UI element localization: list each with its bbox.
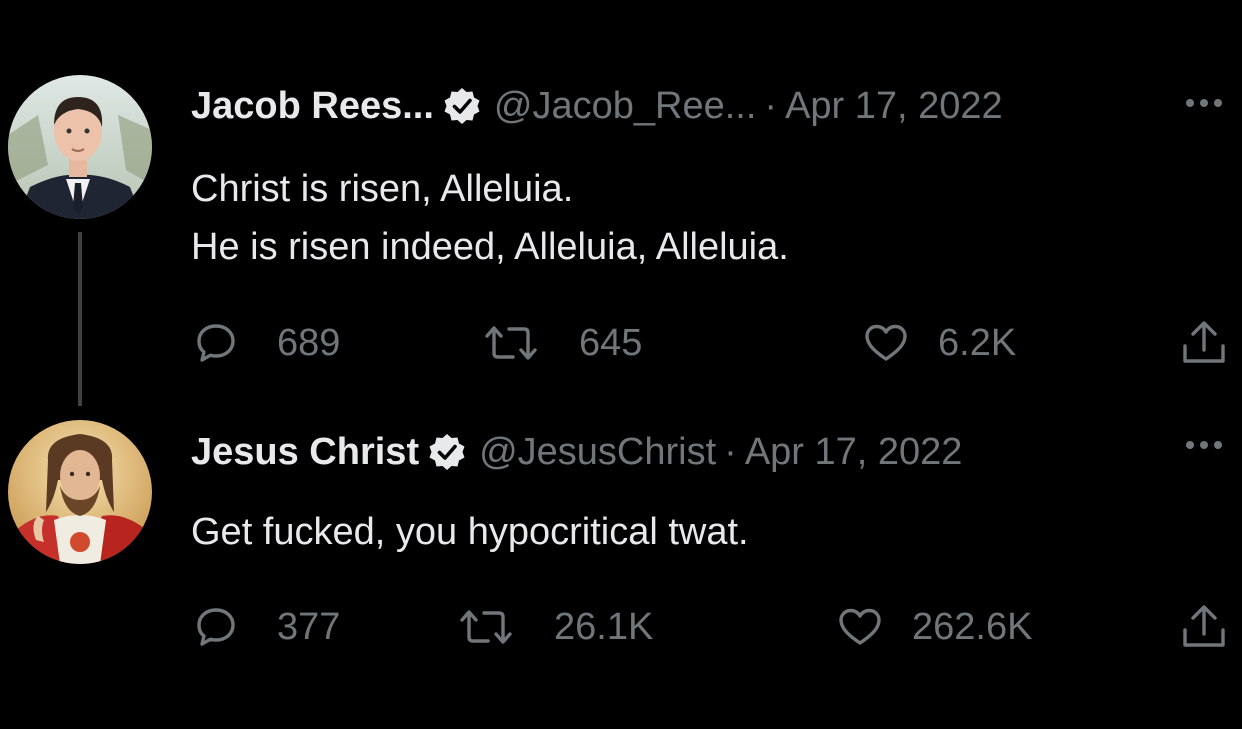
display-name[interactable]: Jacob Rees...: [191, 85, 434, 128]
retweet-count: 645: [579, 321, 643, 364]
verified-badge-icon: [444, 88, 480, 124]
reply-count: 377: [277, 605, 341, 648]
share-button[interactable]: [1180, 320, 1242, 366]
like-button[interactable]: 262.6K: [838, 604, 1032, 650]
jesus-painting-avatar-icon: [8, 420, 152, 564]
verified-badge-icon: [429, 434, 465, 470]
like-count: 6.2K: [938, 321, 1017, 364]
heart-icon: [865, 324, 907, 361]
tweet-date[interactable]: Apr 17, 2022: [785, 85, 1003, 128]
reply-button[interactable]: 377: [195, 604, 340, 650]
reply-button[interactable]: 689: [195, 320, 340, 366]
tweet-header: Jesus Christ @JesusChrist · Apr 17, 2022: [191, 427, 962, 477]
tweet-text: Christ is risen, Alleluia. He is risen i…: [191, 160, 789, 276]
user-handle[interactable]: @JesusChrist: [479, 431, 716, 474]
like-count: 262.6K: [912, 605, 1033, 648]
retweet-arrows-icon: [460, 610, 512, 644]
separator-dot: ·: [764, 84, 778, 127]
display-name[interactable]: Jesus Christ: [191, 431, 419, 474]
man-in-suit-avatar-icon: [8, 75, 152, 219]
like-button[interactable]: 6.2K: [864, 320, 1016, 366]
reply-count: 689: [277, 321, 341, 364]
tweet-header: Jacob Rees... @Jacob_Ree... · Apr 17, 20…: [191, 81, 1003, 131]
more-dots-icon[interactable]: [1182, 95, 1226, 111]
retweet-button[interactable]: 26.1K: [458, 604, 653, 650]
tweet-text-line: Get fucked, you hypocritical twat.: [191, 511, 749, 553]
avatar[interactable]: [8, 420, 152, 564]
tweet-text-line: Christ is risen, Alleluia.: [191, 168, 574, 210]
heart-icon: [839, 608, 881, 645]
retweet-arrows-icon: [485, 326, 537, 360]
avatar[interactable]: [8, 75, 152, 219]
more-dots-icon[interactable]: [1182, 437, 1226, 453]
share-upload-icon: [1183, 321, 1225, 363]
retweet-button[interactable]: 645: [483, 320, 642, 366]
thread-connector-line: [78, 232, 82, 406]
share-upload-icon: [1183, 605, 1225, 647]
user-handle[interactable]: @Jacob_Ree...: [494, 85, 757, 128]
tweet-date[interactable]: Apr 17, 2022: [745, 431, 963, 474]
speech-bubble-icon: [197, 608, 235, 646]
tweet-text: Get fucked, you hypocritical twat.: [191, 503, 749, 561]
share-button[interactable]: [1180, 604, 1242, 650]
speech-bubble-icon: [197, 324, 235, 362]
tweet-text-line: He is risen indeed, Alleluia, Alleluia.: [191, 226, 789, 268]
separator-dot: ·: [724, 430, 737, 473]
retweet-count: 26.1K: [554, 605, 654, 648]
